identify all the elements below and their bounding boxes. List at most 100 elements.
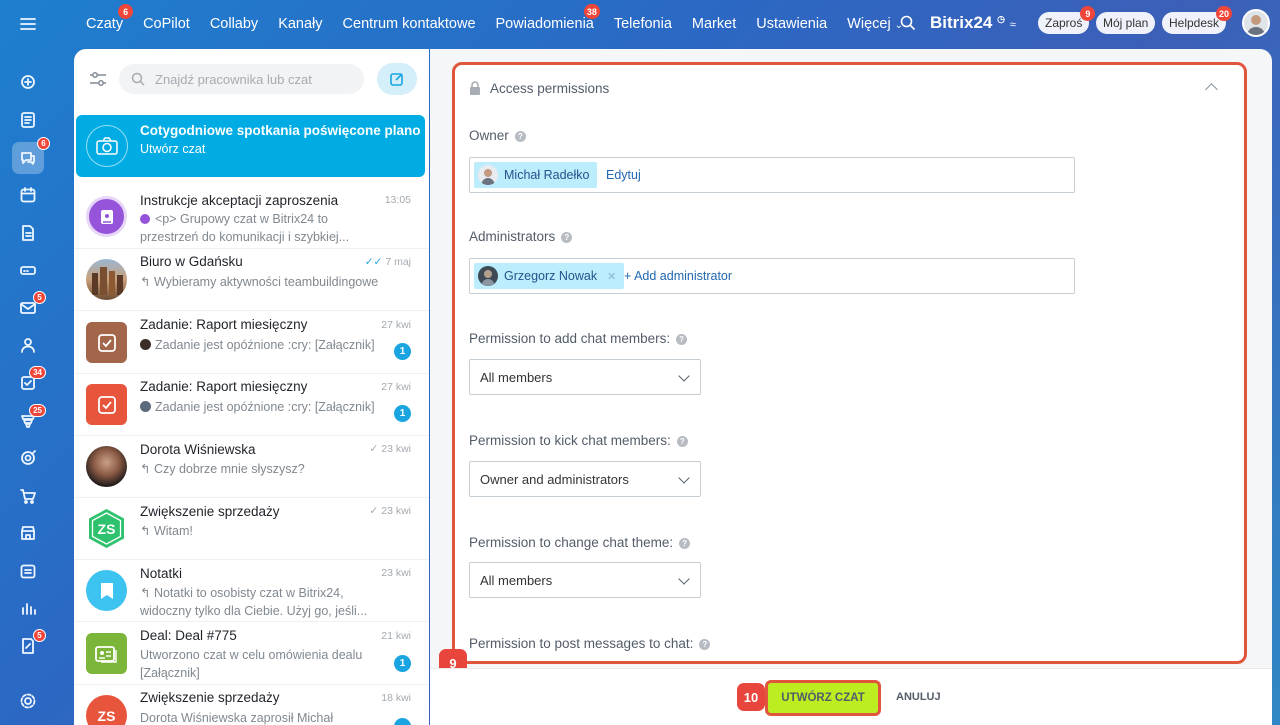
nav-telephony[interactable]: Telefonia: [614, 16, 672, 32]
nav-contact-center[interactable]: Centrum kontaktowe: [343, 16, 476, 32]
chat-avatar: [86, 633, 127, 674]
chat-item[interactable]: Zadanie: Raport miesięczny 27 kwi Zadani…: [74, 374, 429, 436]
helpdesk-badge: 20: [1216, 6, 1233, 21]
left-rail: 6 5 34 25 5: [0, 0, 57, 725]
chat-title: Zadanie: Raport miesięczny: [140, 317, 308, 332]
nav-chats[interactable]: Czaty 6: [86, 4, 134, 32]
settings-icon[interactable]: [16, 689, 40, 713]
help-icon[interactable]: ?: [679, 538, 691, 549]
calendar-icon[interactable]: [16, 183, 40, 207]
owner-edit-link[interactable]: Edytuj: [606, 168, 641, 182]
nav-settings[interactable]: Ustawienia: [756, 16, 827, 32]
nav-notifications[interactable]: Powiadomienia 38: [496, 4, 600, 32]
search-input[interactable]: Znajdź pracownika lub czat: [119, 64, 364, 94]
crm-icon[interactable]: 25: [16, 404, 46, 433]
nav-copilot[interactable]: CoPilot: [143, 16, 190, 32]
administrator-tag[interactable]: Grzegorz Nowak ✕: [474, 263, 625, 289]
help-icon[interactable]: ?: [561, 232, 573, 243]
perm-change-theme-select[interactable]: All members: [469, 562, 701, 598]
task-icon: [97, 395, 116, 414]
perm-post-messages-label: Permission to post messages to chat:?: [469, 636, 711, 651]
camera-icon[interactable]: [86, 125, 128, 167]
perm-change-theme-label: Permission to change chat theme:?: [469, 535, 691, 550]
compose-button[interactable]: [377, 63, 417, 95]
chat-preview: Dorota Wiśniewska zaprosił Michał: [140, 711, 334, 725]
sign-icon[interactable]: 5: [16, 629, 46, 658]
new-chat-item[interactable]: Cotygodniowe spotkania poświęcone plano.…: [76, 115, 425, 177]
menu-icon[interactable]: [16, 12, 40, 36]
help-icon[interactable]: ?: [676, 436, 688, 447]
chat-avatar: [86, 446, 127, 487]
chat-item[interactable]: Zadanie: Raport miesięczny 27 kwi Zadani…: [74, 312, 429, 374]
remove-icon[interactable]: ✕: [607, 270, 616, 283]
owner-tag[interactable]: Michał Radełko: [474, 162, 598, 188]
administrators-field[interactable]: Grzegorz Nowak ✕ + Add administrator: [469, 258, 1075, 294]
schedule-icon[interactable]: [16, 559, 40, 583]
administrators-label: Administrators?: [469, 229, 573, 244]
chat-time: 27 kwi: [381, 319, 411, 331]
chat-item[interactable]: Dorota Wiśniewska ✓ 23 kwi ↰ Czy dobrze m…: [74, 436, 429, 498]
cancel-button[interactable]: ANULUJ: [896, 691, 941, 703]
tasks-icon[interactable]: 34: [16, 366, 46, 395]
document-icon[interactable]: [16, 221, 40, 245]
help-icon[interactable]: ?: [699, 639, 711, 650]
double-check-icon: ✓✓: [364, 256, 383, 268]
sign-badge: 5: [33, 629, 46, 642]
unread-badge: 1: [394, 343, 411, 360]
chat-item[interactable]: Biuro w Gdańsku ✓✓ 7 maj ↰ Wybieramy akty…: [74, 249, 429, 311]
chat-avatar: ZS: [86, 508, 127, 549]
search-icon[interactable]: [900, 15, 916, 31]
chat-item[interactable]: ZS Zwiększenie sprzedaży 18 kwi Dorota W…: [74, 685, 429, 725]
user-avatar[interactable]: [1242, 9, 1270, 37]
task-icon: [97, 333, 116, 352]
chat-time: ✓ 23 kwi: [369, 505, 411, 517]
mini-avatar-icon: [140, 214, 150, 224]
unread-badge: 1: [394, 405, 411, 422]
chat-icon[interactable]: 6: [12, 137, 50, 174]
help-icon[interactable]: ?: [676, 334, 688, 345]
copilot-icon[interactable]: [16, 70, 40, 94]
contacts-icon[interactable]: [16, 333, 40, 357]
search-icon: [131, 72, 145, 86]
chat-avatar: ZS: [86, 695, 127, 725]
nav-channels[interactable]: Kanały: [278, 16, 322, 32]
chat-item[interactable]: Instrukcje akceptacji zaproszenia 13:05 …: [74, 187, 429, 249]
create-chat-button[interactable]: UTWÓRZ CZAT: [765, 680, 881, 716]
chevron-down-icon: [678, 573, 690, 585]
filter-icon[interactable]: [88, 69, 108, 89]
feed-icon[interactable]: [16, 108, 40, 132]
my-plan-button[interactable]: Mój plan: [1096, 12, 1156, 34]
top-navigation: Czaty 6 CoPilot Collaby Kanały Centrum ko…: [74, 0, 923, 48]
nav-more[interactable]: Więcej ⌄: [847, 16, 903, 32]
store-icon[interactable]: [16, 521, 40, 545]
chat-time: 27 kwi: [381, 381, 411, 393]
cart-icon[interactable]: [16, 484, 40, 508]
collapse-chevron-icon[interactable]: [1205, 83, 1218, 96]
help-icon[interactable]: ?: [514, 131, 526, 142]
search-placeholder: Znajdź pracownika lub czat: [155, 71, 312, 87]
perm-add-members-label: Permission to add chat members:?: [469, 331, 688, 346]
chat-title: Zwiększenie sprzedaży: [140, 690, 280, 705]
perm-kick-members-select[interactable]: Owner and administrators: [469, 461, 701, 497]
mail-icon[interactable]: 5: [16, 291, 46, 320]
helpdesk-button[interactable]: Helpdesk 20: [1162, 6, 1233, 34]
nav-collaby[interactable]: Collaby: [210, 16, 258, 32]
owner-field[interactable]: Michał Radełko Edytuj: [469, 157, 1075, 193]
brand-logo[interactable]: Bitrix24 ◷ ≈: [930, 13, 1016, 33]
add-administrator-link[interactable]: + Add administrator: [624, 269, 732, 283]
chat-item[interactable]: Notatki 23 kwi ↰ Notatki to osobisty cza…: [74, 560, 429, 622]
perm-kick-members-label: Permission to kick chat members:?: [469, 433, 688, 448]
sliders-icon[interactable]: ≈: [1010, 19, 1016, 31]
chat-item[interactable]: ZS Zwiększenie sprzedaży ✓ 23 kwi ↰ Witam…: [74, 498, 429, 560]
perm-add-members-select[interactable]: All members: [469, 359, 701, 395]
target-icon[interactable]: [16, 446, 40, 470]
invite-button[interactable]: Zaproś 9: [1038, 6, 1096, 34]
drive-icon[interactable]: [16, 258, 40, 282]
chat-item[interactable]: Deal: Deal #775 21 kwi Utworzono czat w …: [74, 623, 429, 685]
chat-time: 21 kwi: [381, 630, 411, 642]
nav-notifications-badge: 38: [583, 4, 600, 19]
chat-title: Zadanie: Raport miesięczny: [140, 379, 308, 394]
analytics-icon[interactable]: [16, 596, 40, 620]
deal-icon: [94, 645, 117, 663]
nav-market[interactable]: Market: [692, 16, 736, 32]
